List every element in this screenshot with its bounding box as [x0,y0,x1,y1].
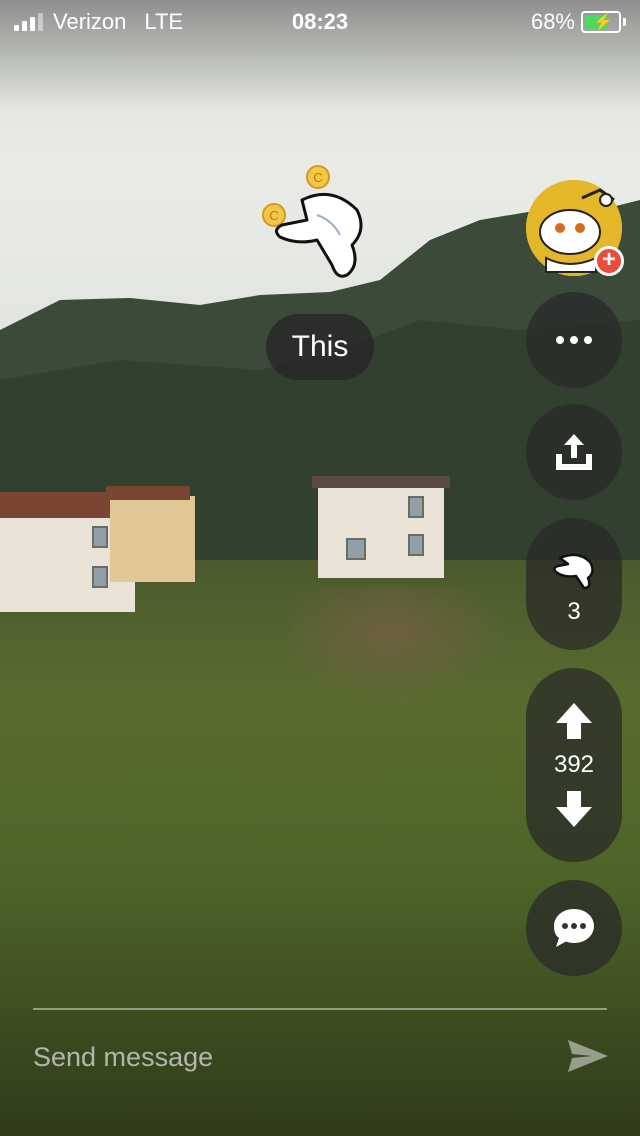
vote-score: 392 [553,751,595,778]
status-right: 68% ⚡ [531,9,626,35]
house-middle [110,496,195,582]
follow-plus-icon[interactable]: + [594,246,624,276]
svg-text:C: C [269,208,278,223]
house-middle-roof [106,486,190,500]
window [408,534,424,556]
comments-button[interactable] [526,880,622,976]
arrow-up-icon[interactable] [554,701,594,741]
svg-text:C: C [313,170,322,185]
house-right-roof [312,476,450,488]
award-hand-small-icon [553,553,594,590]
more-options-button[interactable] [526,292,622,388]
dirt-path [290,585,510,705]
award-hand-icon: C C [262,165,363,278]
window [408,496,424,518]
more-dots-icon [556,336,592,344]
award-tooltip-text: This [291,330,349,363]
send-message-input[interactable] [33,1030,533,1084]
share-button[interactable] [526,404,622,500]
battery-percent: 68% [530,9,575,34]
comment-bubble-icon [554,909,594,947]
arrow-down-icon[interactable] [554,789,594,829]
give-award-button[interactable]: 3 [526,518,622,650]
battery-charging-icon: ⚡ [581,11,621,33]
vote-panel: 392 [526,668,622,862]
send-arrow-icon[interactable] [566,1036,610,1076]
awards-count: 3 [567,598,581,625]
share-icon [556,434,592,470]
message-divider [33,1008,607,1010]
status-bar: Verizon LTE 08:23 68% ⚡ [0,0,640,42]
house-right [318,484,444,578]
award-tooltip: This [266,314,374,380]
author-avatar[interactable]: + [526,180,624,276]
window [92,526,108,548]
window [92,566,108,588]
window [346,538,366,560]
battery-tip [623,18,626,26]
